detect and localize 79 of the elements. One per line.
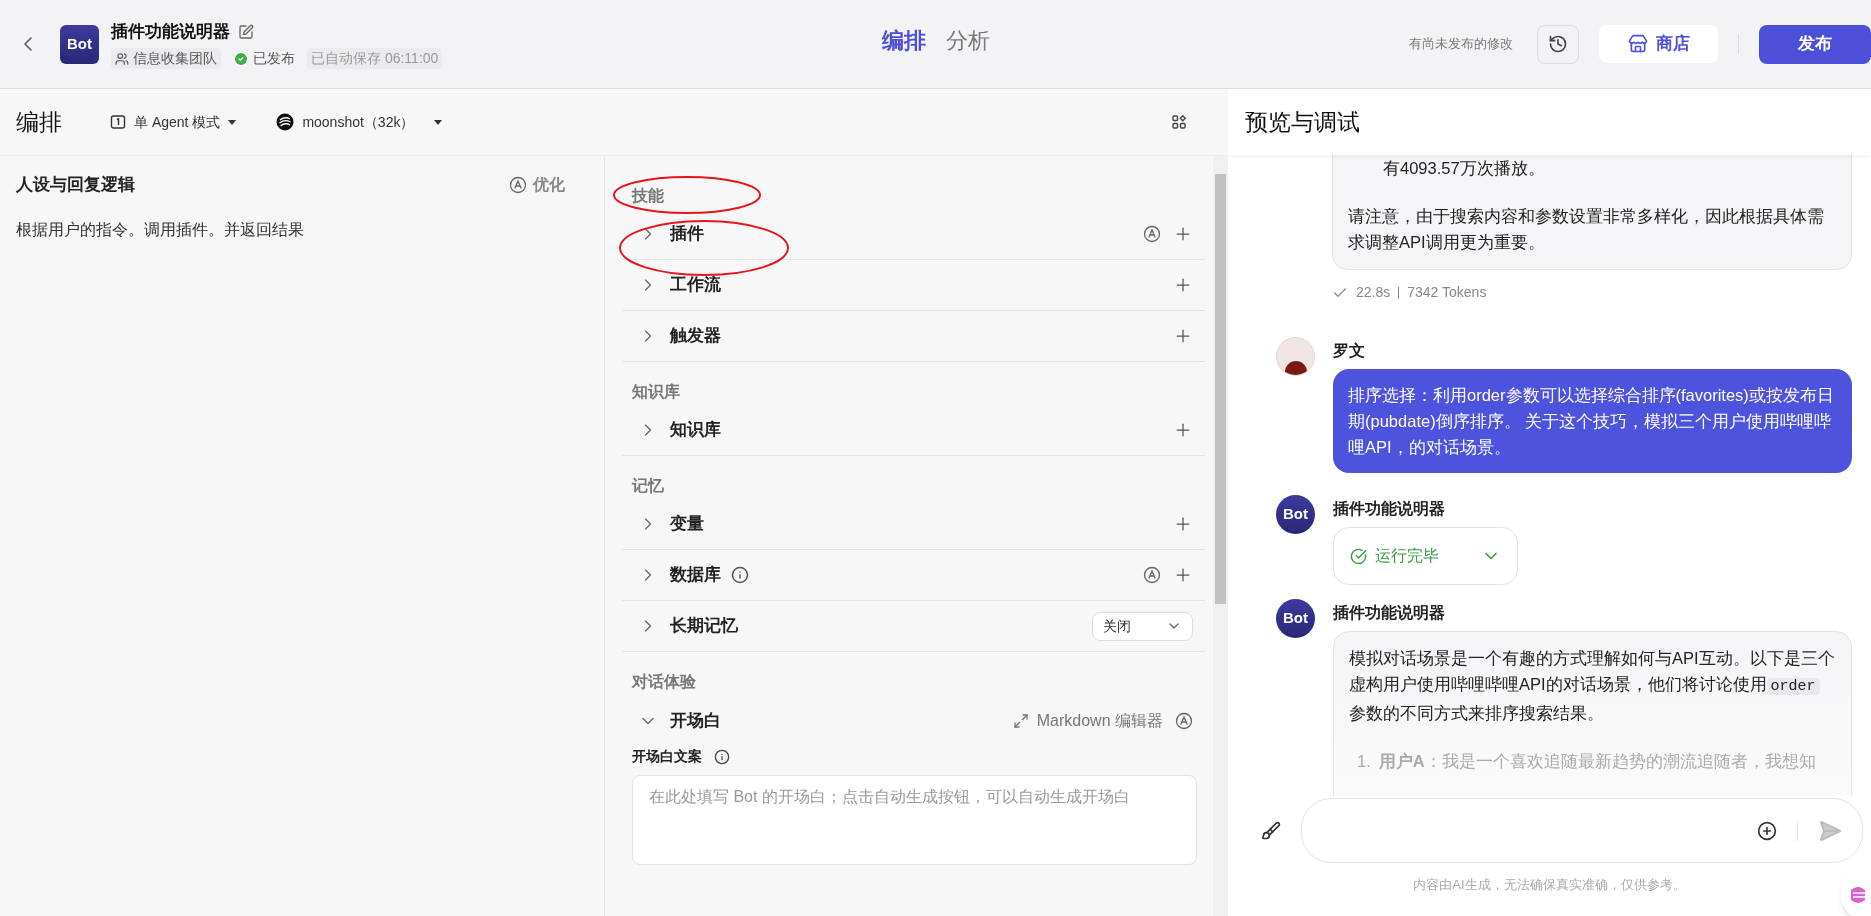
skill-row[interactable]: 知识库 bbox=[622, 405, 1205, 456]
publish-button[interactable]: 发布 bbox=[1759, 24, 1871, 64]
list-number: 1. bbox=[1357, 751, 1371, 772]
user-message-bubble: 排序选择：利用order参数可以选择综合排序(favorites)或按发布日期(pubdate)倒序排序。 关于这个技巧，模拟三个用户使用哔哩哔哩API，的对话场景。 bbox=[1333, 369, 1852, 473]
sender-name: 插件功能说明器 bbox=[1333, 499, 1446, 519]
grid-icon[interactable] bbox=[1172, 115, 1186, 129]
auto-icon[interactable] bbox=[1175, 711, 1193, 730]
scrollbar[interactable] bbox=[1213, 156, 1228, 916]
bot-name: 插件功能说明器 bbox=[111, 20, 230, 43]
section-title: 人设与回复逻辑 bbox=[16, 174, 135, 196]
store-icon bbox=[1627, 34, 1648, 54]
section-heading: 对话体验 bbox=[632, 672, 696, 692]
run-status-card[interactable]: 运行完毕 bbox=[1333, 527, 1518, 585]
opening-text-field[interactable]: 在此处填写 Bot 的开场白；点击自动生成按钮，可以自动生成开场白 bbox=[632, 775, 1197, 865]
skill-label[interactable]: 知识库 bbox=[670, 417, 721, 443]
skill-label[interactable]: 长期记忆 bbox=[670, 613, 738, 639]
skill-row[interactable]: 插件 bbox=[622, 209, 1205, 260]
expand-icon[interactable] bbox=[1012, 712, 1029, 729]
panel-title: 预览与调试 bbox=[1245, 107, 1360, 137]
edit-icon[interactable] bbox=[238, 23, 254, 40]
section-heading: 知识库 bbox=[632, 382, 680, 402]
history-button[interactable] bbox=[1537, 24, 1579, 64]
auto-icon[interactable] bbox=[509, 175, 527, 194]
section-heading: 记忆 bbox=[632, 476, 664, 496]
swirl-icon bbox=[1849, 884, 1867, 906]
skill-row[interactable]: 数据库 bbox=[622, 550, 1205, 601]
user-avatar bbox=[1276, 337, 1315, 376]
top-tab[interactable]: 分析 bbox=[946, 24, 990, 57]
bot-avatar: Bot bbox=[1276, 599, 1315, 638]
info-icon bbox=[731, 566, 749, 584]
bot-avatar: Bot bbox=[1276, 495, 1315, 534]
autosave-tag: 已自动保存 06:11:00 bbox=[307, 48, 443, 70]
skill-label[interactable]: 开场白 bbox=[670, 707, 721, 734]
top-tab[interactable]: 编排 bbox=[882, 24, 926, 57]
memory-select[interactable]: 关闭 bbox=[1092, 611, 1193, 641]
skill-row[interactable]: 触发器 bbox=[622, 311, 1205, 362]
store-button[interactable]: 商店 bbox=[1599, 25, 1718, 63]
message-text: 模拟对话场景是一个有趣的方式理解如何与API互动。以下是三个虚构用户使用哔哩哔哩API的对话场景，他们将讨论使用 order 参数的不同方式来排序搜索结果。 bbox=[1349, 648, 1836, 724]
list-item-text: 用户A：我是一个喜欢追随最新趋势的潮流追随者，我想知 bbox=[1378, 751, 1816, 772]
success-icon bbox=[1350, 547, 1367, 565]
model-logo bbox=[276, 113, 295, 131]
skill-row[interactable]: 长期记忆 关闭 bbox=[622, 601, 1205, 652]
persona-text: 根据用户的指令。调用插件。并返回结果 bbox=[16, 219, 305, 240]
users-icon bbox=[115, 51, 129, 66]
page-title: 编排 bbox=[16, 107, 62, 137]
clear-icon[interactable] bbox=[1261, 820, 1281, 841]
skill-label[interactable]: 插件 bbox=[670, 221, 704, 247]
skill-label[interactable]: 变量 bbox=[670, 511, 704, 537]
markdown-editor-link[interactable]: Markdown 编辑器 bbox=[1036, 708, 1163, 733]
info-icon bbox=[714, 748, 730, 765]
response-time: 22.8s bbox=[1356, 283, 1391, 302]
sender-name: 插件功能说明器 bbox=[1333, 603, 1446, 623]
history-icon bbox=[1548, 34, 1568, 54]
section-heading: 技能 bbox=[632, 186, 664, 206]
auto-icon[interactable] bbox=[1143, 225, 1161, 243]
skill-row[interactable]: 工作流 bbox=[622, 260, 1205, 311]
mode-dropdown[interactable]: 单 Agent 模式 bbox=[110, 111, 237, 133]
sender-name: 罗文 bbox=[1333, 341, 1366, 361]
disclaimer: 内容由AI生成，无法确保真实准确，仅供参考。 bbox=[1412, 876, 1687, 894]
model-dropdown[interactable]: moonshot（32k） bbox=[276, 111, 443, 133]
publish-status: 已发布 bbox=[253, 49, 295, 69]
mode-icon bbox=[110, 114, 126, 130]
unpublished-note: 有尚未发布的修改 bbox=[1409, 35, 1513, 54]
token-count: 7342 Tokens bbox=[1407, 283, 1487, 302]
message-text: 有4093.57万次播放。 bbox=[1383, 158, 1545, 179]
published-icon bbox=[233, 50, 249, 67]
add-icon[interactable] bbox=[1757, 820, 1777, 841]
skill-row[interactable]: 变量 bbox=[622, 499, 1205, 550]
skill-row[interactable]: 开场白 Markdown 编辑器 bbox=[622, 695, 1205, 746]
field-label: 开场白文案 bbox=[632, 747, 702, 766]
skill-label[interactable]: 触发器 bbox=[670, 323, 721, 349]
run-status: 运行完毕 bbox=[1375, 546, 1439, 566]
team-name: 信息收集团队 bbox=[133, 49, 217, 69]
auto-icon[interactable] bbox=[1143, 566, 1161, 584]
skill-label[interactable]: 数据库 bbox=[670, 562, 721, 588]
message-input[interactable] bbox=[1301, 798, 1863, 863]
message-text: 请注意，由于搜索内容和参数设置非常多样化，因此根据具体需求调整API调用更为重要。 bbox=[1348, 206, 1825, 253]
bot-logo: Bot bbox=[60, 24, 99, 64]
skill-label[interactable]: 工作流 bbox=[670, 272, 721, 298]
